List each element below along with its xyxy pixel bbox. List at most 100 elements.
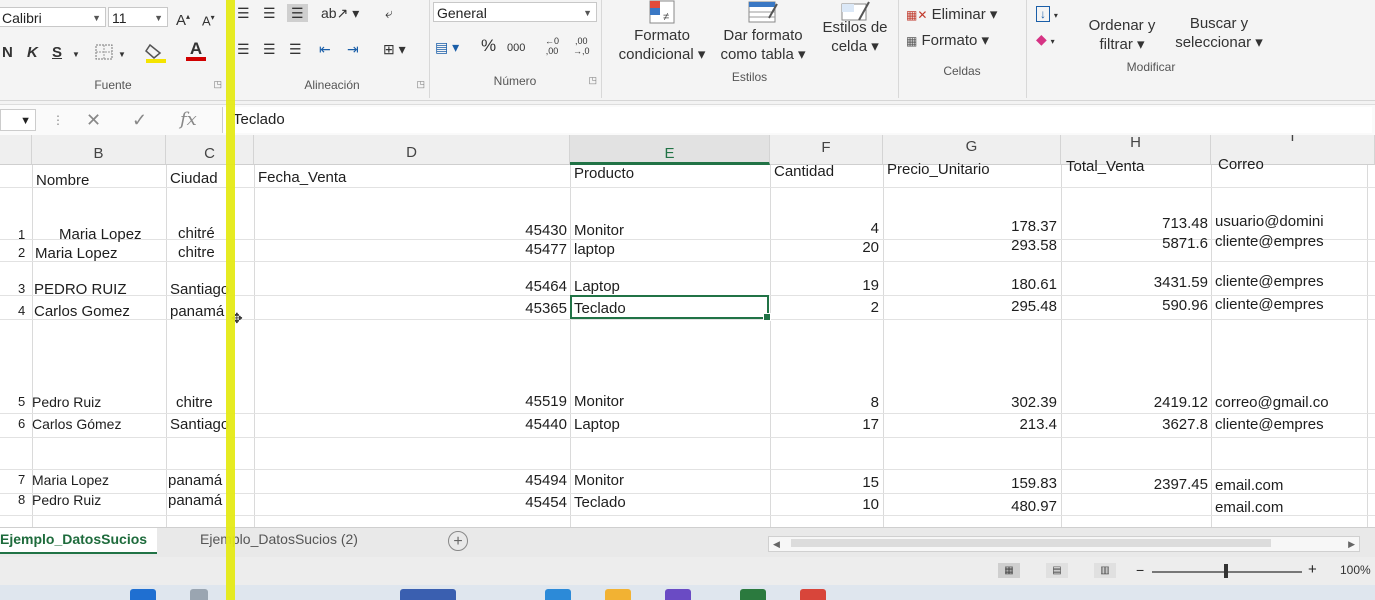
increase-indent-icon[interactable]: ⇥ [347,40,359,58]
scroll-left-icon[interactable]: ◀ [773,537,780,551]
header-fecha-venta[interactable]: Fecha_Venta [258,169,346,186]
cell-correo[interactable]: email.com [1215,499,1283,516]
horizontal-scrollbar[interactable]: ◀ ▶ [768,536,1360,552]
wrap-text-icon[interactable]: ⤶ [385,4,393,22]
fill-color-button[interactable] [144,41,168,67]
dialog-launcher-icon[interactable]: ◳ [416,79,425,90]
column-header-e[interactable]: E [570,135,770,165]
sheet-tab-2[interactable]: Ejemplo_DatosSucios (2) [190,528,368,552]
cell-nombre[interactable]: Carlos Gomez [34,303,130,320]
cell-producto[interactable]: Laptop [574,416,620,433]
taskbar-app-icon[interactable] [545,589,571,600]
cell-cantidad[interactable]: 2 [780,299,879,316]
orientation-icon[interactable]: ab↗ ▾ [321,4,359,22]
format-as-table-button[interactable]: Dar formato como tabla ▾ [713,0,813,64]
normal-view-icon[interactable]: ▦ [998,563,1020,578]
spreadsheet-grid[interactable]: B C D E F G H I Nombre Ciudad Fecha_Vent… [0,135,1375,527]
zoom-level[interactable]: 100% [1340,563,1371,577]
check-icon[interactable]: ✓ [132,109,147,131]
cell-nombre[interactable]: PEDRO RUIZ [34,281,127,298]
increase-decimal-icon[interactable]: ←0,00 [545,36,559,56]
cell-cantidad[interactable]: 17 [780,416,879,433]
cell-cantidad[interactable]: 19 [780,277,879,294]
cell-correo[interactable]: cliente@empres [1215,296,1324,313]
header-producto[interactable]: Producto [574,165,634,182]
cell-nombre[interactable]: Pedro Ruiz [32,492,101,508]
cell-cantidad[interactable]: 4 [780,220,879,237]
cell-total-venta[interactable]: 5871.6 [1070,235,1208,252]
format-cells-button[interactable]: ▦ Formato ▾ [906,32,989,50]
cell-total-venta[interactable]: 3431.59 [1070,274,1208,291]
cell-correo[interactable]: correo@gmail.co [1215,394,1329,411]
cell-fecha-venta[interactable]: 45494 [470,472,567,489]
cell-correo[interactable]: cliente@empres [1215,273,1324,290]
align-middle-icon[interactable]: ☰ [263,4,276,22]
currency-icon[interactable]: ▤ ▾ [435,38,459,56]
taskbar-app-icon[interactable] [605,589,631,600]
search-icon[interactable] [190,589,208,600]
cell-ciudad[interactable]: Santiago [170,281,229,298]
thousands-button[interactable]: 000 [507,39,525,57]
column-header-b[interactable]: B [32,135,166,165]
sort-filter-button[interactable]: Ordenar y filtrar ▾ [1074,16,1170,54]
sheet-tab-active[interactable]: Ejemplo_DatosSucios [0,528,158,554]
taskbar-app-icon[interactable] [800,589,826,600]
cell-ciudad[interactable]: panamá [168,472,222,489]
cell-fecha-venta[interactable]: 45454 [470,494,567,511]
cell-precio-unitario[interactable]: 295.48 [890,298,1057,315]
cell-producto[interactable]: Monitor [574,222,624,239]
cell-cantidad[interactable]: 8 [780,394,879,411]
font-color-button[interactable]: A [186,40,206,61]
font-size-dropdown[interactable]: 11 ▼ [108,7,168,27]
grow-font-button[interactable]: A▴ [176,8,190,30]
cell-fecha-venta[interactable]: 45365 [470,300,567,317]
cell-producto[interactable]: Monitor [574,393,624,410]
name-box-dropdown[interactable]: ▼ [0,109,36,131]
cell-precio-unitario[interactable]: 302.39 [890,394,1057,411]
taskbar-app-icon[interactable] [740,589,766,600]
zoom-out-icon[interactable]: − [1136,562,1144,578]
header-nombre[interactable]: Nombre [36,172,89,189]
cell-correo[interactable]: cliente@empres [1215,233,1324,250]
formula-input[interactable]: Teclado [222,107,1372,133]
cell-total-venta[interactable]: 2419.12 [1070,394,1208,411]
percent-button[interactable]: % [481,37,496,55]
cell-ciudad[interactable]: Santiago [170,416,229,433]
conditional-format-button[interactable]: ≠ Formato condicional ▾ [607,0,717,64]
cell-ciudad[interactable]: panamá [168,492,222,509]
align-top-icon[interactable]: ☰ [237,4,250,22]
find-select-button[interactable]: Buscar y seleccionar ▾ [1166,14,1272,52]
decrease-indent-icon[interactable]: ⇤ [319,40,331,58]
font-name-dropdown[interactable]: Calibri ▼ [0,7,106,27]
cell-producto[interactable]: Laptop [574,278,620,295]
align-right-icon[interactable]: ☰ [289,40,302,58]
cell-cantidad[interactable]: 20 [780,239,879,256]
cell-total-venta[interactable]: 590.96 [1070,297,1208,314]
column-header-d[interactable]: D [254,135,570,165]
header-ciudad[interactable]: Ciudad [170,170,218,187]
cell-nombre[interactable]: Carlos Gómez [32,416,121,432]
cell-ciudad[interactable]: chitré [178,225,215,242]
fill-handle[interactable] [763,313,771,321]
cell-fecha-venta[interactable]: 45440 [470,416,567,433]
cell-ciudad[interactable]: chitre [176,394,213,411]
taskbar-app-icon[interactable] [665,589,691,600]
shrink-font-button[interactable]: A▾ [202,9,215,30]
align-bottom-icon[interactable]: ☰ [287,4,308,22]
cell-total-venta[interactable]: 3627.8 [1070,416,1208,433]
cell-precio-unitario[interactable]: 213.4 [890,416,1057,433]
header-precio-unitario[interactable]: Precio_Unitario [887,161,990,178]
header-total-venta[interactable]: Total_Venta [1066,158,1144,175]
align-left-icon[interactable]: ☰ [237,40,250,58]
chevron-down-icon[interactable]: ▼ [118,46,126,64]
decrease-decimal-icon[interactable]: ,00 →,0 [573,36,590,56]
cell-nombre[interactable]: Pedro Ruiz [32,394,101,410]
cell-correo[interactable]: cliente@empres [1215,416,1324,433]
taskbar-app-icon[interactable] [400,589,456,600]
cancel-icon[interactable]: ✕ [86,109,101,131]
scrollbar-thumb[interactable] [791,539,1271,547]
cell-fecha-venta[interactable]: 45477 [470,241,567,258]
active-cell-selection[interactable] [570,295,771,321]
cell-producto[interactable]: Monitor [574,472,624,489]
insert-function-button[interactable]: fx [180,109,197,131]
